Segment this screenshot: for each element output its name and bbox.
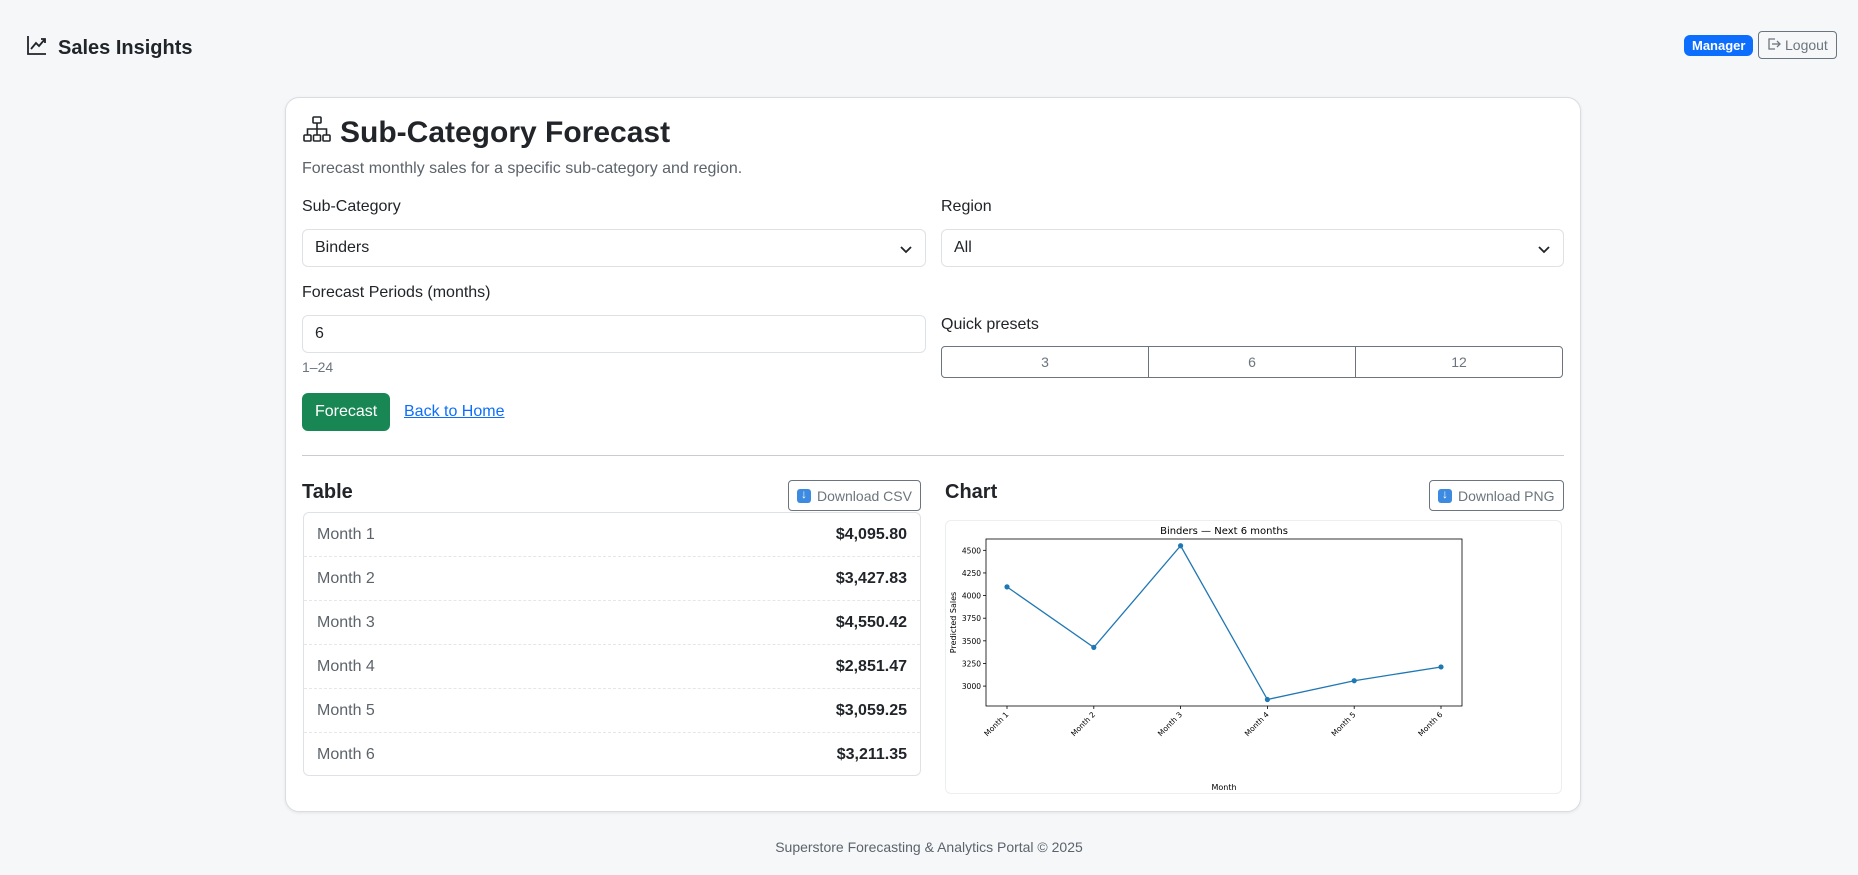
row-label: Month 1 — [317, 525, 375, 543]
data-point — [1438, 664, 1444, 670]
row-value: $2,851.47 — [835, 657, 907, 675]
data-point — [1178, 543, 1184, 549]
navbar: Sales Insights Manager Logout — [0, 0, 1858, 92]
region-value: All — [954, 239, 972, 256]
x-tick-label: Month 5 — [1330, 710, 1358, 738]
row-value: $4,550.42 — [835, 613, 907, 631]
download-csv-label: Download CSV — [817, 487, 912, 504]
footer: Superstore Forecasting & Analytics Porta… — [775, 839, 1083, 855]
y-tick-label: 3250 — [962, 659, 981, 668]
page-subtitle: Forecast monthly sales for a specific su… — [302, 160, 743, 177]
table-row: Month 6 $3,211.35 — [304, 733, 920, 775]
x-tick-label: Month 6 — [1416, 710, 1444, 738]
download-icon — [1438, 487, 1452, 503]
brand-label: Sales Insights — [58, 36, 193, 59]
back-home-link[interactable]: Back to Home — [404, 403, 504, 421]
logout-label: Logout — [1785, 37, 1828, 53]
page-title: Sub-Category Forecast — [302, 114, 670, 152]
x-tick-label: Month 3 — [1156, 710, 1184, 738]
periods-value: 6 — [315, 325, 324, 342]
sitemap-icon — [302, 114, 332, 152]
forecast-chart: Binders — Next 6 months 3000 3250 3500 3750 4… — [949, 526, 1463, 792]
region-label: Region — [941, 198, 992, 215]
y-tick-label: 4250 — [962, 569, 981, 578]
row-label: Month 5 — [317, 701, 375, 719]
y-tick-label: 3000 — [962, 682, 981, 691]
chevron-down-icon — [900, 246, 912, 254]
row-value: $3,427.83 — [835, 569, 907, 587]
presets-label: Quick presets — [941, 316, 1039, 333]
download-png-label: Download PNG — [1458, 487, 1555, 504]
forecast-card: Sub-Category Forecast Forecast monthly s… — [285, 97, 1581, 812]
chevron-down-icon — [1538, 246, 1550, 254]
role-badge: Manager — [1684, 35, 1754, 56]
x-axis-label: Month — [1211, 783, 1236, 792]
preset-6-button[interactable]: 6 — [1148, 346, 1356, 378]
y-tick-label: 4000 — [962, 592, 981, 601]
data-point — [1264, 696, 1270, 703]
row-value: $4,095.80 — [835, 525, 907, 543]
table-row: Month 2 $3,427.83 — [304, 557, 920, 601]
chart-section-title: Chart — [945, 481, 998, 503]
y-tick-label: 3500 — [962, 637, 981, 646]
download-icon — [797, 487, 811, 503]
row-label: Month 2 — [317, 569, 375, 587]
x-tick-label: Month 2 — [1069, 710, 1097, 738]
subcategory-label: Sub-Category — [302, 198, 401, 215]
preset-3-button[interactable]: 3 — [941, 346, 1149, 378]
y-axis-label: Predicted Sales — [949, 592, 958, 653]
page-title-text: Sub-Category Forecast — [340, 116, 671, 149]
x-tick-label: Month 4 — [1243, 710, 1271, 738]
chart-container: Binders — Next 6 months 3000 3250 3500 3750 4… — [945, 520, 1562, 794]
download-csv-button[interactable]: Download CSV — [788, 480, 921, 511]
periods-help: 1–24 — [302, 359, 334, 375]
series-line — [1006, 544, 1442, 701]
preset-12-button[interactable]: 12 — [1355, 346, 1563, 378]
table-row: Month 3 $4,550.42 — [304, 601, 920, 645]
data-point — [1004, 584, 1010, 590]
table-title: Table — [302, 481, 353, 503]
subcategory-select[interactable]: Binders — [302, 229, 926, 267]
divider — [302, 455, 1564, 456]
row-value: $3,059.25 — [835, 701, 907, 719]
y-tick-label: 3750 — [962, 614, 981, 623]
subcategory-value: Binders — [315, 239, 370, 256]
row-value: $3,211.35 — [836, 746, 907, 763]
logout-icon — [1767, 37, 1781, 54]
chart-title: Binders — Next 6 months — [1160, 526, 1288, 537]
periods-input[interactable]: 6 — [302, 315, 926, 353]
trending-up-icon — [26, 34, 48, 62]
logout-button[interactable]: Logout — [1758, 31, 1837, 59]
row-label: Month 3 — [317, 613, 375, 631]
preset-group: 3 6 12 — [941, 346, 1563, 378]
periods-label: Forecast Periods (months) — [302, 284, 491, 301]
table-row: Month 4 $2,851.47 — [304, 645, 920, 689]
region-select[interactable]: All — [941, 229, 1564, 267]
table-row: Month 1 $4,095.80 — [304, 513, 920, 557]
forecast-button[interactable]: Forecast — [302, 393, 391, 431]
forecast-table: Month 1 $4,095.80 Month 2 $3,427.83 Mont… — [303, 512, 921, 776]
data-point — [1091, 644, 1097, 650]
x-tick-label: Month 1 — [982, 710, 1010, 738]
row-label: Month 6 — [317, 746, 375, 763]
data-point — [1351, 678, 1357, 684]
brand[interactable]: Sales Insights — [26, 34, 193, 62]
table-row: Month 5 $3,059.25 — [304, 689, 920, 733]
row-label: Month 4 — [317, 657, 375, 675]
download-png-button[interactable]: Download PNG — [1429, 480, 1564, 511]
y-tick-label: 4500 — [962, 546, 981, 555]
